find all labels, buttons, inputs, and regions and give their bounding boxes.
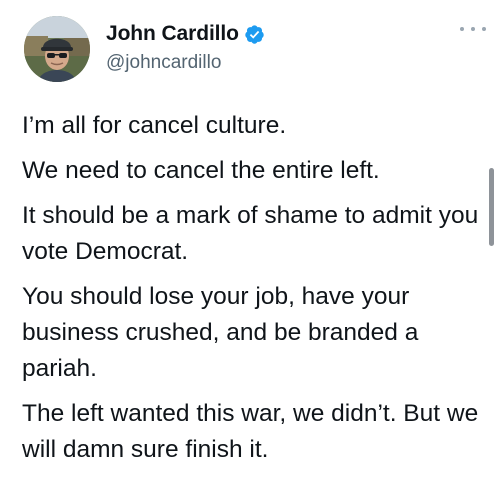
tweet-text: I’m all for cancel culture. We need to c…: [22, 108, 482, 477]
tweet-card: John Cardillo @johncardillo I’m all for …: [0, 0, 498, 500]
user-avatar-icon: [24, 16, 90, 82]
author-name-row: John Cardillo: [106, 21, 265, 47]
tweet-paragraph: You should lose your job, have your busi…: [22, 283, 419, 382]
more-horizontal-icon-dot: [482, 27, 486, 31]
more-horizontal-icon-dot: [460, 27, 464, 31]
tweet-paragraph: The left wanted this war, we didn’t. But…: [22, 400, 479, 463]
author-display-name[interactable]: John Cardillo: [106, 22, 239, 46]
tweet-paragraph: We need to cancel the entire left.: [22, 157, 380, 184]
avatar[interactable]: [24, 16, 90, 82]
tweet-paragraph: It should be a mark of shame to admit yo…: [22, 202, 479, 265]
more-horizontal-icon-dot: [471, 27, 475, 31]
more-options-button[interactable]: [460, 22, 486, 36]
scrollbar-thumb[interactable]: [489, 168, 494, 246]
tweet-paragraph: I’m all for cancel culture.: [22, 112, 287, 139]
verified-badge-icon: [244, 24, 265, 45]
author-handle[interactable]: @johncardillo: [106, 52, 221, 74]
